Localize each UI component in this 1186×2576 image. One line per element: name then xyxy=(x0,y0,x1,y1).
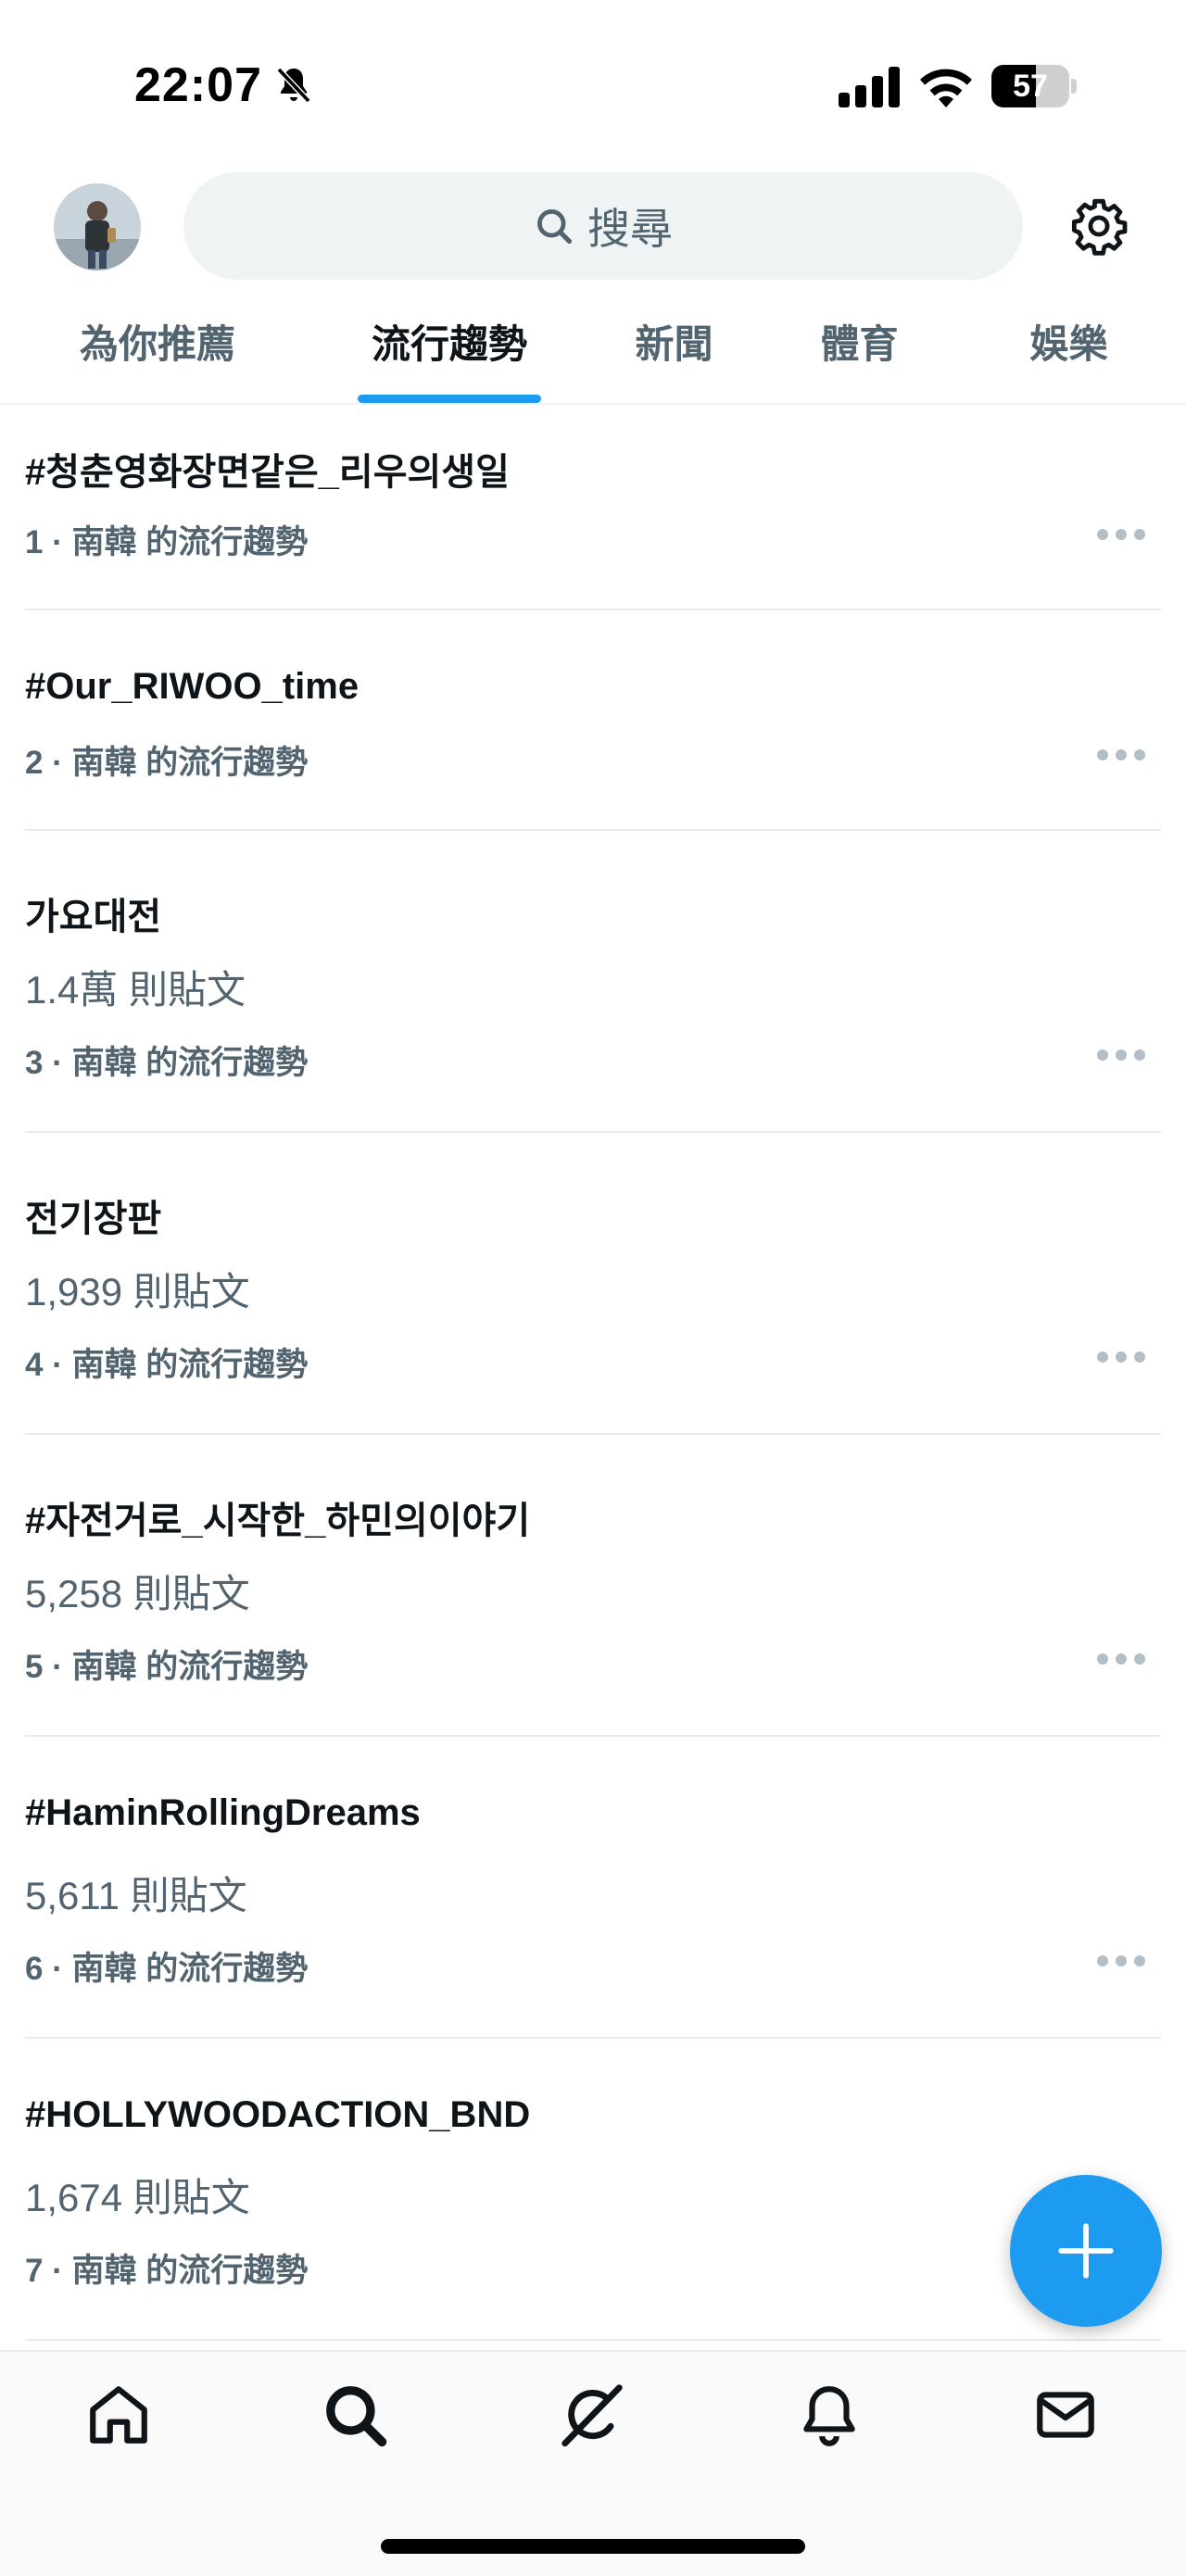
trend-title: #HaminRollingDreams xyxy=(25,1792,421,1833)
notifications-icon[interactable] xyxy=(795,2381,864,2449)
trend-meta: 7 · 南韓 的流行趨勢 xyxy=(25,2253,309,2289)
more-options-icon[interactable] xyxy=(1095,1046,1147,1064)
tab-trending[interactable]: 流行趨勢 xyxy=(329,298,570,405)
home-icon[interactable] xyxy=(84,2381,153,2449)
more-options-icon[interactable] xyxy=(1095,1650,1147,1668)
trend-title: 전기장판 xyxy=(25,1199,162,1239)
trend-post-count: 1.4萬 則貼文 xyxy=(25,968,246,1012)
status-time: 22:07 xyxy=(134,58,262,112)
search-icon xyxy=(537,209,573,245)
trend-title: #자전거로_시작한_하민의이야기 xyxy=(25,1501,531,1541)
avatar-image xyxy=(54,183,141,270)
cellular-signal-icon xyxy=(839,67,900,107)
trend-meta: 4 · 南韓 的流行趨勢 xyxy=(25,1347,309,1383)
search-placeholder: 搜尋 xyxy=(587,205,673,253)
trend-item[interactable]: #Our_RIWOO_time 2 · 南韓 的流行趨勢 xyxy=(0,610,1186,831)
trend-meta: 6 · 南韓 的流行趨勢 xyxy=(25,1951,309,1987)
more-options-icon[interactable] xyxy=(1095,1952,1147,1970)
trend-item[interactable]: #HOLLYWOODACTION_BND 1,674 則貼文 7 · 南韓 的流… xyxy=(0,2039,1186,2341)
trend-item[interactable]: #HaminRollingDreams 5,611 則貼文 6 · 南韓 的流行… xyxy=(0,1737,1186,2039)
wifi-icon xyxy=(920,69,972,107)
more-options-icon[interactable] xyxy=(1095,525,1147,544)
divider xyxy=(25,2339,1161,2341)
trend-post-count: 5,258 則貼文 xyxy=(25,1572,250,1615)
trend-meta: 5 · 南韓 的流行趨勢 xyxy=(25,1649,309,1685)
tab-sports[interactable]: 體育 xyxy=(778,298,940,405)
battery-body: 57 xyxy=(991,65,1069,107)
profile-avatar[interactable] xyxy=(54,183,141,270)
battery-cap xyxy=(1071,79,1077,94)
trend-post-count: 1,939 則貼文 xyxy=(25,1270,250,1313)
tab-entertainment[interactable]: 娛樂 xyxy=(988,298,1150,405)
tab-for-you[interactable]: 為你推薦 xyxy=(37,298,278,405)
trend-title: #Our_RIWOO_time xyxy=(25,666,360,707)
trend-title: 가요대전 xyxy=(25,897,162,937)
more-options-icon[interactable] xyxy=(1095,1348,1147,1366)
trend-item[interactable]: 전기장판 1,939 則貼文 4 · 南韓 的流行趨勢 xyxy=(0,1133,1186,1435)
trend-item[interactable]: #자전거로_시작한_하민의이야기 5,258 則貼文 5 · 南韓 的流行趨勢 xyxy=(0,1435,1186,1737)
bell-muted-icon xyxy=(276,67,311,104)
grok-icon[interactable] xyxy=(558,2381,626,2449)
trend-meta: 3 · 南韓 的流行趨勢 xyxy=(25,1045,309,1081)
home-indicator[interactable] xyxy=(381,2539,805,2554)
battery-indicator: 57 xyxy=(991,65,1077,107)
trend-meta: 2 · 南韓 的流行趨勢 xyxy=(25,745,309,781)
active-tab-indicator xyxy=(358,395,541,403)
tab-bar: 為你推薦 流行趨勢 新聞 體育 娛樂 xyxy=(0,298,1186,405)
more-options-icon[interactable] xyxy=(1095,746,1147,764)
search-bar[interactable]: 搜尋 xyxy=(183,172,1023,280)
trend-item[interactable]: 가요대전 1.4萬 則貼文 3 · 南韓 的流行趨勢 xyxy=(0,831,1186,1133)
trend-title: #HOLLYWOODACTION_BND xyxy=(25,2094,531,2135)
trend-meta: 1 · 南韓 的流行趨勢 xyxy=(25,524,309,560)
status-bar: 22:07 57 xyxy=(0,0,1186,157)
trend-title: #청춘영화장면같은_리우의생일 xyxy=(25,452,510,493)
battery-level-text: 57 xyxy=(1013,69,1048,104)
trend-post-count: 1,674 則貼文 xyxy=(25,2176,250,2219)
tab-news[interactable]: 新聞 xyxy=(593,298,755,405)
trend-item[interactable]: #청춘영화장면같은_리우의생일 1 · 南韓 的流行趨勢 xyxy=(0,405,1186,610)
trend-post-count: 5,611 則貼文 xyxy=(25,1874,247,1917)
settings-gear-icon[interactable] xyxy=(1069,196,1129,256)
plus-icon xyxy=(1058,2223,1114,2279)
compose-post-button[interactable] xyxy=(1010,2175,1162,2327)
search-icon[interactable] xyxy=(321,2381,389,2449)
messages-icon[interactable] xyxy=(1031,2381,1100,2449)
